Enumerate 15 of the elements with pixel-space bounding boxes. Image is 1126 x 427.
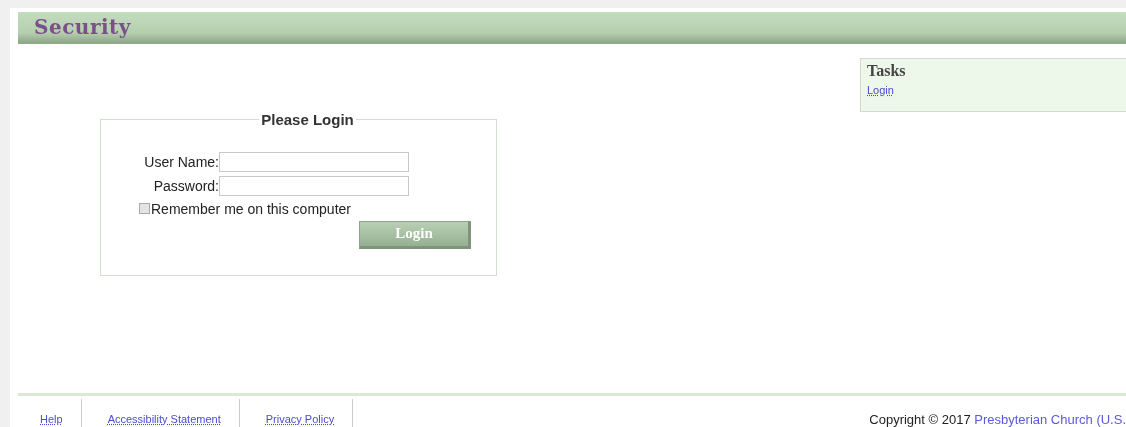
copyright-text: Copyright © 2017 bbox=[869, 412, 971, 427]
footer-link[interactable]: Privacy Policy bbox=[265, 413, 335, 425]
task-link[interactable]: Login bbox=[867, 83, 894, 96]
footer-link[interactable]: Accessibility Statement bbox=[107, 413, 221, 425]
remember-label: Remember me on this computer bbox=[151, 200, 351, 217]
page-title: Security bbox=[34, 14, 131, 39]
remember-checkbox[interactable] bbox=[139, 203, 150, 215]
input-field[interactable] bbox=[219, 151, 409, 172]
input-field[interactable] bbox=[219, 175, 409, 196]
owner-link[interactable]: Presbyterian Church (U.S. bbox=[974, 412, 1126, 427]
footer-link[interactable]: Help bbox=[40, 413, 63, 425]
login-legend: Please Login bbox=[259, 110, 356, 128]
field-label: User Name: bbox=[143, 153, 219, 170]
tasks-title: Tasks bbox=[867, 61, 907, 80]
field-label: Password: bbox=[152, 177, 219, 194]
